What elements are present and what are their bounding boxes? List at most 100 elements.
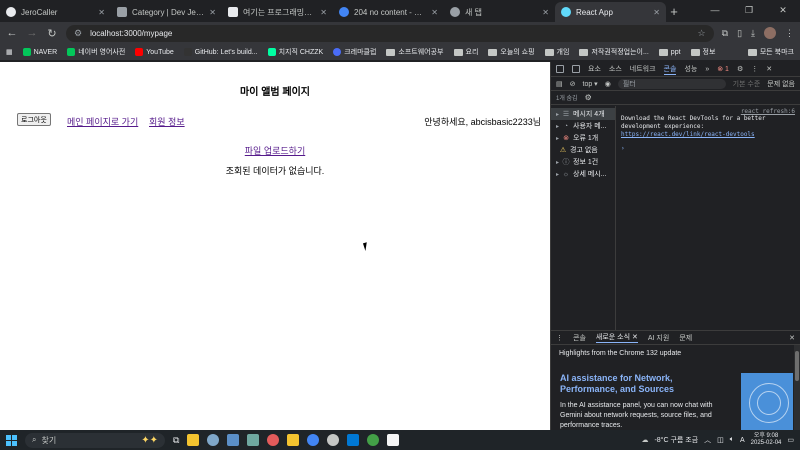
language-icon[interactable]: A [740,437,745,444]
windows-start-icon[interactable] [6,434,17,446]
close-icon[interactable]: ✕ [320,8,327,17]
close-icon[interactable]: ✕ [653,8,660,17]
bookmark-folder[interactable]: 저작권적정업는이... [579,47,649,57]
scrollbar-thumb[interactable] [795,351,799,381]
tab-console[interactable]: 콘솔 [663,64,677,75]
console-settings-icon[interactable]: ⚙ [585,93,592,102]
new-tab-button[interactable]: + [666,4,682,19]
network-icon[interactable]: ◫ [717,436,724,444]
tray-overflow-icon[interactable]: ︿ [704,435,711,445]
source-link[interactable]: react_refresh:6 [621,108,795,115]
devtools-menu-icon[interactable]: ⋮ [751,65,758,73]
site-info-icon[interactable]: ⚙ [74,28,82,39]
bookmark-folder[interactable]: 정보 [690,47,715,57]
taskbar-search[interactable]: ⌕ 찾기 ✦✦ [25,432,165,448]
browser-tab[interactable]: 새 탭 ✕ [444,2,555,22]
settings-icon[interactable]: ⚙ [737,65,743,73]
tab-sources[interactable]: 소스 [609,64,622,74]
close-window-icon[interactable]: ✕ [766,0,800,20]
drawer-tab-whats-new[interactable]: 새로운 소식 ✕ [595,332,638,343]
all-bookmarks[interactable]: 모든 북마크 [747,47,794,57]
sidebar-toggle-icon[interactable]: ▤ [556,80,563,88]
sticky-notes-icon[interactable] [187,434,200,446]
maximize-icon[interactable]: ❐ [732,0,766,20]
menu-icon[interactable]: ⋮ [785,28,794,39]
eye-icon[interactable]: ◉ [605,80,611,88]
tab-elements[interactable]: 요소 [588,64,601,74]
sidebar-item-messages[interactable]: ▸ ☰ 메시지 4개 [551,108,615,120]
level-select[interactable]: 기본 수준 [733,79,761,89]
vscode-icon[interactable] [347,434,360,446]
logout-button[interactable]: 로그아웃 [17,113,51,126]
minimize-icon[interactable]: — [698,0,732,20]
sidepanel-icon[interactable]: ▯ [737,28,742,39]
filter-input[interactable]: 필터 [617,78,726,89]
feature-title[interactable]: AI assistance for Network, Performance, … [560,373,730,395]
member-info-link[interactable]: 회원 정보 [149,115,185,128]
drawer-tab-issues[interactable]: 문제 [679,333,692,343]
bookmark-item[interactable]: NAVER [22,48,57,56]
close-icon[interactable]: ✕ [542,8,549,17]
more-tabs-icon[interactable]: » [705,66,709,73]
console-prompt-icon[interactable]: › [621,145,795,152]
browser-tab[interactable]: 여기는 프로그래밍에 대한... ✕ [222,2,333,22]
app-icon[interactable] [267,434,280,446]
device-toolbar-icon[interactable] [572,65,580,73]
drawer-tab-console[interactable]: 콘솔 [573,333,586,343]
bookmark-item[interactable]: GitHub: Let's build... [183,48,258,56]
bookmark-folder[interactable]: ppt [658,48,681,56]
app-icon[interactable] [247,434,260,446]
apps-icon[interactable]: ▦ [6,48,13,56]
close-devtools-icon[interactable]: ✕ [766,65,772,73]
bookmark-folder[interactable]: 소프트웨어공부 [386,47,444,57]
bookmark-folder[interactable]: 오늘의 쇼핑 [488,47,535,57]
sidebar-item-verbose[interactable]: ▸ ☼ 상세 메시... [551,168,615,180]
drawer-tab-ai[interactable]: AI 지원 [648,333,669,343]
settings-app-icon[interactable] [327,434,340,446]
bookmark-star-icon[interactable]: ☆ [698,28,706,39]
close-icon[interactable]: ✕ [209,8,216,17]
browser-tab[interactable]: JeroCaller ✕ [0,2,111,22]
close-icon[interactable]: ✕ [98,8,105,17]
bookmark-folder[interactable]: 개임 [544,47,569,57]
sidebar-item-user-messages[interactable]: ▸ ◔ 사용자 메... [551,120,615,132]
devtools-link[interactable]: https://react.dev/link/react-devtools [621,131,795,139]
notifications-icon[interactable]: ▭ [787,436,794,444]
reload-icon[interactable]: ↻ [46,27,58,40]
file-explorer-icon[interactable] [287,434,300,446]
main-page-link[interactable]: 메인 페이지로 가기 [67,115,138,128]
drawer-menu-icon[interactable]: ⋮ [556,334,563,342]
bookmark-item[interactable]: 치지직 CHZZK [267,47,323,57]
task-view-icon[interactable]: ⧉ [173,435,179,446]
calculator-icon[interactable] [227,434,240,446]
close-icon[interactable]: ✕ [632,334,638,341]
extensions-icon[interactable]: ⧉ [722,28,728,39]
weather-icon[interactable]: ☁ [641,436,648,444]
clock[interactable]: 오후 9:08 2025-02-04 [751,433,782,447]
bookmark-item[interactable]: YouTube [135,48,174,56]
forward-icon[interactable]: → [26,27,38,39]
back-icon[interactable]: ← [6,27,18,39]
browser-tab[interactable]: Category | Dev Jero on... ✕ [111,2,222,22]
chrome-icon[interactable] [307,434,320,446]
tab-network[interactable]: 네트워크 [630,64,656,74]
bookmark-item[interactable]: 네이버 영어사전 [67,47,125,57]
context-select[interactable]: top ▾ [583,80,598,88]
error-badge[interactable]: ⊗ 1 [717,65,729,73]
browser-tab-active[interactable]: React App ✕ [555,2,666,22]
bookmark-folder[interactable]: 요리 [453,47,478,57]
clear-console-icon[interactable]: ⊘ [570,80,576,88]
app-icon[interactable] [207,434,220,446]
browser-tab[interactable]: 204 no content - Google... ✕ [333,2,444,22]
file-upload-link[interactable]: 파일 업로드하기 [245,146,305,156]
profile-avatar[interactable] [764,27,776,39]
inspect-icon[interactable] [556,65,564,73]
sidebar-item-errors[interactable]: ▸ ⊗ 오류 1개 [551,132,615,144]
drawer-scrollbar[interactable] [794,345,800,430]
sidebar-item-info[interactable]: ▸ ⓘ 정보 1건 [551,156,615,168]
tab-performance[interactable]: 성능 [684,64,697,74]
bookmark-item[interactable]: 크레마클럽 [333,47,376,57]
close-icon[interactable]: ✕ [431,8,438,17]
weather-text[interactable]: -8°C 구름 조금 [654,435,698,445]
sidebar-item-warnings[interactable]: ⚠ 경고 없음 [551,144,615,156]
